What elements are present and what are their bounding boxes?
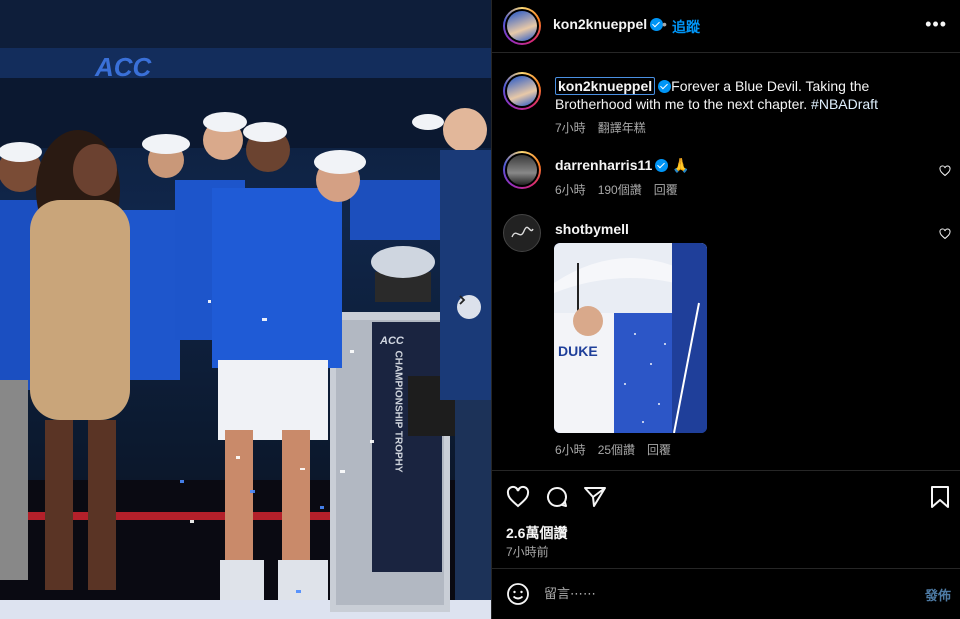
comment-image[interactable]: DUKE: [554, 243, 707, 433]
post-header: kon2knueppel • 追蹤 •••: [492, 0, 960, 53]
comment-text: darrenharris11 🙏: [555, 156, 950, 174]
post-comment-button[interactable]: 發佈: [925, 585, 951, 604]
commenter-username[interactable]: darrenharris11: [555, 157, 652, 173]
comment-like-icon[interactable]: [939, 228, 951, 240]
comment-likes[interactable]: 25個讚: [598, 443, 635, 457]
umbrella-photo: [554, 243, 707, 433]
author-avatar[interactable]: [503, 7, 541, 45]
post-time: 7小時前: [506, 545, 549, 559]
post-sidebar: kon2knueppel • 追蹤 ••• kon2knueppel Foreve…: [491, 0, 960, 619]
heart-icon[interactable]: [506, 485, 530, 509]
verified-icon: [658, 80, 672, 93]
post-actions: 2.6萬個讚 7小時前: [492, 470, 960, 559]
caption-username[interactable]: kon2knueppel: [555, 77, 656, 95]
share-icon[interactable]: [583, 485, 607, 509]
comment-meta: 6小時 25個讚 回覆: [555, 441, 683, 458]
comment-like-icon[interactable]: [939, 165, 951, 177]
duke-jersey-text: DUKE: [558, 343, 598, 359]
likes-count[interactable]: 2.6萬個讚: [506, 523, 567, 543]
comment-time: 6小時: [555, 443, 586, 457]
comment-time: 6小時: [555, 183, 586, 197]
caption-avatar[interactable]: [503, 72, 541, 110]
comment-body: 🙏: [672, 157, 690, 173]
comment-composer: 發佈: [492, 568, 960, 619]
follow-button[interactable]: 追蹤: [672, 17, 700, 37]
comment-meta: 6小時 190個讚 回覆: [555, 181, 690, 198]
trophy-stand-text: CHAMPIONSHIP TROPHY: [392, 350, 404, 473]
verified-icon: [655, 159, 669, 172]
signature-logo-icon: [511, 226, 534, 238]
bookmark-icon[interactable]: [929, 485, 951, 509]
next-arrow-icon: [459, 295, 466, 305]
caption-time: 7小時: [555, 121, 586, 135]
comment-text: shotbymell: [555, 220, 950, 238]
commenter-avatar[interactable]: [503, 151, 541, 189]
separator-dot: •: [662, 16, 667, 32]
commenter-username[interactable]: shotbymell: [555, 221, 629, 237]
caption-text: kon2knueppel Forever a Blue Devil. Taking…: [555, 77, 950, 113]
caption-meta: 7小時 翻譯年糕: [555, 119, 658, 136]
emoji-icon[interactable]: [506, 582, 530, 606]
celebration-scene: [0, 0, 491, 619]
hashtag-link[interactable]: #NBADraft: [811, 96, 878, 112]
commenter-avatar[interactable]: [503, 214, 541, 252]
more-options-button[interactable]: •••: [925, 14, 947, 35]
post-photo[interactable]: ACC ACC CHAMPIONSHIP TROPHY: [0, 0, 491, 619]
comment-icon[interactable]: [545, 485, 569, 509]
acc-banner-text: ACC: [95, 52, 152, 82]
reply-button[interactable]: 回覆: [654, 183, 678, 197]
reply-button[interactable]: 回覆: [647, 443, 671, 457]
translate-link[interactable]: 翻譯年糕: [598, 121, 646, 135]
author-username[interactable]: kon2knueppel: [553, 16, 647, 32]
next-photo-button[interactable]: [457, 295, 481, 319]
comment-input[interactable]: [544, 582, 874, 604]
trophy-logo-text: ACC: [380, 335, 404, 347]
comment-likes[interactable]: 190個讚: [598, 183, 642, 197]
